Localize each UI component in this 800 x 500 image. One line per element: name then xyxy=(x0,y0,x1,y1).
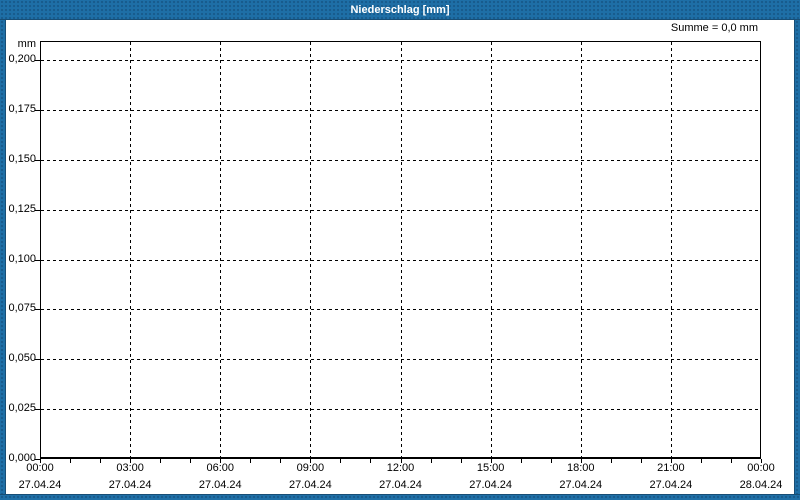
window-border-left xyxy=(0,20,6,500)
x-axis-minor-tick xyxy=(670,459,672,463)
v-gridline xyxy=(130,42,132,457)
window-border-right xyxy=(794,20,800,500)
x-axis-minor-tick xyxy=(400,459,402,463)
sum-label: Summe = 0,0 mm xyxy=(670,22,758,34)
x-tick-date-label: 27.04.24 xyxy=(18,479,62,491)
x-axis-minor-tick xyxy=(700,459,702,463)
x-axis-minor-tick xyxy=(730,459,732,463)
x-axis-minor-tick xyxy=(610,459,612,463)
x-tick-date-label: 28.04.24 xyxy=(739,479,783,491)
x-axis-minor-tick xyxy=(340,459,342,463)
x-tick-date-label: 27.04.24 xyxy=(559,479,603,491)
x-axis-minor-tick xyxy=(580,459,582,463)
x-tick-time-label: 06:00 xyxy=(206,462,235,474)
window-title: Niederschlag [mm] xyxy=(350,4,450,16)
x-axis-minor-tick xyxy=(640,459,642,463)
x-tick-time-label: 03:00 xyxy=(116,462,144,474)
x-tick-date-label: 27.04.24 xyxy=(288,479,332,491)
x-tick-time-label: 00:00 xyxy=(747,462,775,474)
x-tick-date-label: 27.04.24 xyxy=(108,479,152,491)
x-tick-time-label: 12:00 xyxy=(386,462,415,474)
x-axis-minor-tick xyxy=(160,459,162,463)
plot-area xyxy=(40,41,761,459)
x-axis-minor-tick xyxy=(761,459,762,463)
x-tick-date-label: 27.04.24 xyxy=(469,479,513,491)
window-titlebar[interactable]: Niederschlag [mm] xyxy=(0,0,800,20)
x-axis-minor-tick xyxy=(280,459,282,463)
window-border-bottom xyxy=(0,494,800,500)
x-axis-minor-tick xyxy=(70,459,72,463)
x-axis-minor-tick xyxy=(520,459,522,463)
x-tick-time-label: 09:00 xyxy=(296,462,325,474)
x-tick-time-label: 18:00 xyxy=(566,462,595,474)
x-axis-minor-tick xyxy=(190,459,192,463)
x-axis-minor-tick xyxy=(370,459,372,463)
v-gridline xyxy=(580,42,582,457)
v-gridline xyxy=(490,42,492,457)
x-axis-minor-tick xyxy=(220,459,222,463)
x-axis-minor-tick xyxy=(250,459,252,463)
x-axis-minor-tick xyxy=(460,459,462,463)
x-axis-minor-tick xyxy=(310,459,312,463)
x-axis-minor-tick xyxy=(430,459,432,463)
x-tick-time-label: 21:00 xyxy=(657,462,685,474)
x-tick-time-label: 00:00 xyxy=(26,462,54,474)
x-axis-minor-tick xyxy=(130,459,132,463)
v-gridline xyxy=(220,42,222,457)
v-gridline xyxy=(670,42,672,457)
v-gridline xyxy=(400,42,402,457)
x-axis-minor-tick xyxy=(100,459,102,463)
v-gridline xyxy=(310,42,312,457)
x-tick-date-label: 27.04.24 xyxy=(198,479,242,491)
x-axis-minor-tick xyxy=(550,459,552,463)
x-tick-time-label: 15:00 xyxy=(476,462,505,474)
x-tick-date-label: 27.04.24 xyxy=(649,479,693,491)
x-axis-minor-tick xyxy=(490,459,492,463)
chart-window: Niederschlag [mm] Summe = 0,0 mm mm 0,20… xyxy=(0,0,800,500)
x-axis-minor-tick xyxy=(40,459,41,463)
x-tick-date-label: 27.04.24 xyxy=(379,479,422,491)
